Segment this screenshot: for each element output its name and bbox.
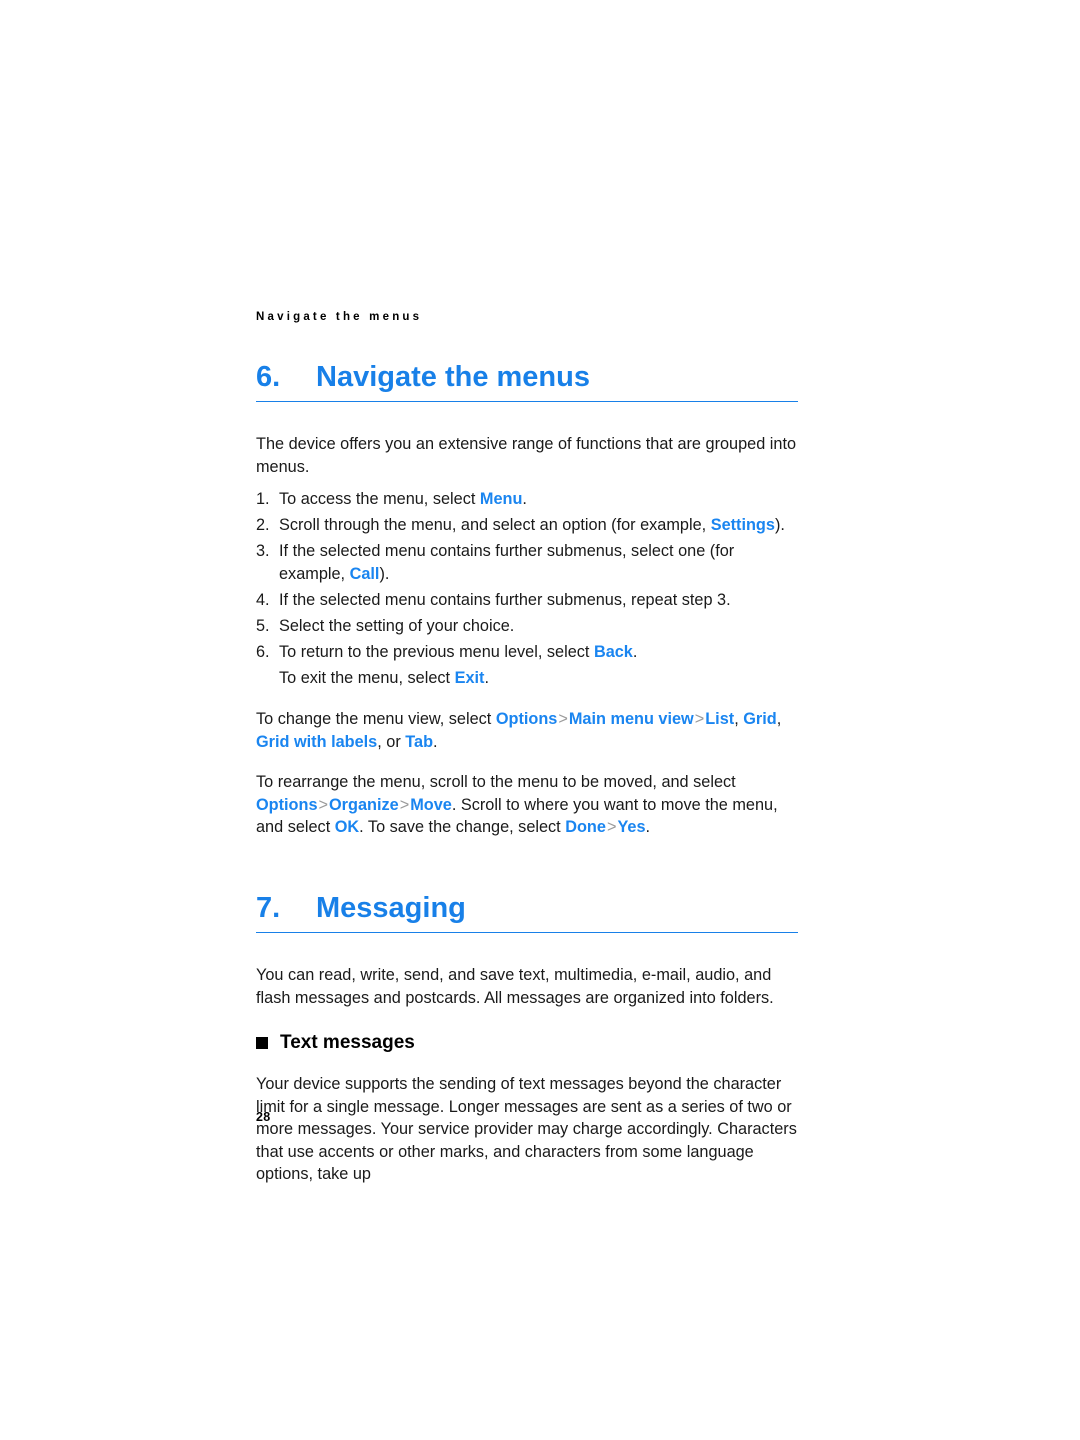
path-separator: > bbox=[399, 795, 410, 814]
step-text: To access the menu, select Menu. bbox=[279, 490, 527, 509]
path-separator: > bbox=[558, 709, 568, 728]
list-item: 1. To access the menu, select Menu. bbox=[256, 488, 798, 511]
path-separator: > bbox=[694, 709, 705, 728]
chapter-number: 6. bbox=[256, 361, 281, 393]
ui-term: Main menu view bbox=[568, 709, 694, 728]
ui-term: Options bbox=[495, 709, 558, 728]
ui-term: List bbox=[705, 709, 735, 728]
step-text: If the selected menu contains further su… bbox=[279, 591, 731, 610]
step-marker: 6. bbox=[256, 643, 270, 662]
list-item: 5. Select the setting of your choice. bbox=[256, 615, 798, 638]
chapter-heading-messaging: 7. Messaging bbox=[256, 891, 798, 933]
ui-term: Organize bbox=[329, 795, 399, 814]
step-text: Scroll through the menu, and select an o… bbox=[279, 516, 785, 535]
chapter-intro-paragraph: The device offers you an extensive range… bbox=[256, 435, 797, 476]
ui-term: Back bbox=[593, 643, 633, 662]
path-separator: > bbox=[318, 795, 329, 814]
square-bullet-icon bbox=[256, 1037, 268, 1050]
ui-term: Grid bbox=[743, 709, 777, 728]
running-head: Navigate the menus bbox=[256, 311, 423, 323]
chapter-title: Navigate the menus bbox=[316, 361, 590, 393]
step-marker: 1. bbox=[256, 490, 270, 509]
ui-term: Settings bbox=[710, 516, 775, 535]
list-item: 3. If the selected menu contains further… bbox=[256, 540, 798, 585]
list-item: 6. To return to the previous menu level,… bbox=[256, 641, 798, 690]
step-marker: 2. bbox=[256, 516, 270, 535]
step-sub-text: To exit the menu, select Exit. bbox=[279, 669, 489, 688]
page-number: 28 bbox=[256, 1110, 271, 1124]
ui-term: OK bbox=[334, 818, 360, 837]
ui-term: Options bbox=[256, 795, 318, 814]
ui-term: Yes bbox=[617, 818, 646, 837]
ui-term: Exit bbox=[454, 669, 485, 688]
step-text: Select the setting of your choice. bbox=[279, 617, 515, 636]
ui-term: Move bbox=[410, 795, 452, 814]
ui-term: Menu bbox=[479, 490, 523, 509]
list-item: 4. If the selected menu contains further… bbox=[256, 589, 798, 612]
navigate-steps-list: 1. To access the menu, select Menu. 2. S… bbox=[256, 488, 798, 690]
ui-term: Grid with labels bbox=[256, 732, 378, 751]
step-marker: 3. bbox=[256, 542, 270, 561]
document-page: Navigate the menus 6. Navigate the menus… bbox=[0, 0, 1080, 1440]
chapter-heading-navigate: 6. Navigate the menus bbox=[256, 360, 798, 402]
ui-term: Done bbox=[565, 818, 606, 837]
text-messages-body-paragraph: Your device supports the sending of text… bbox=[256, 1075, 797, 1184]
page-content: Navigate the menus 6. Navigate the menus… bbox=[256, 310, 798, 1186]
step-text: If the selected menu contains further su… bbox=[279, 542, 735, 583]
step-text: To return to the previous menu level, se… bbox=[279, 643, 638, 662]
step-marker: 4. bbox=[256, 591, 270, 610]
section-heading-text-messages: Text messages bbox=[256, 1031, 798, 1055]
section-heading-label: Text messages bbox=[280, 1032, 415, 1054]
path-separator: > bbox=[606, 818, 617, 837]
list-item: 2. Scroll through the menu, and select a… bbox=[256, 514, 798, 537]
chapter-title: Messaging bbox=[316, 891, 466, 924]
ui-term: Tab bbox=[405, 732, 434, 751]
paragraph-menu-view: To change the menu view, select Options>… bbox=[256, 709, 782, 751]
messaging-intro-paragraph: You can read, write, send, and save text… bbox=[256, 965, 774, 1007]
chapter-number: 7. bbox=[256, 891, 281, 924]
ui-term: Call bbox=[349, 564, 380, 583]
paragraph-rearrange-menu: To rearrange the menu, scroll to the men… bbox=[256, 773, 778, 837]
step-marker: 5. bbox=[256, 617, 270, 636]
